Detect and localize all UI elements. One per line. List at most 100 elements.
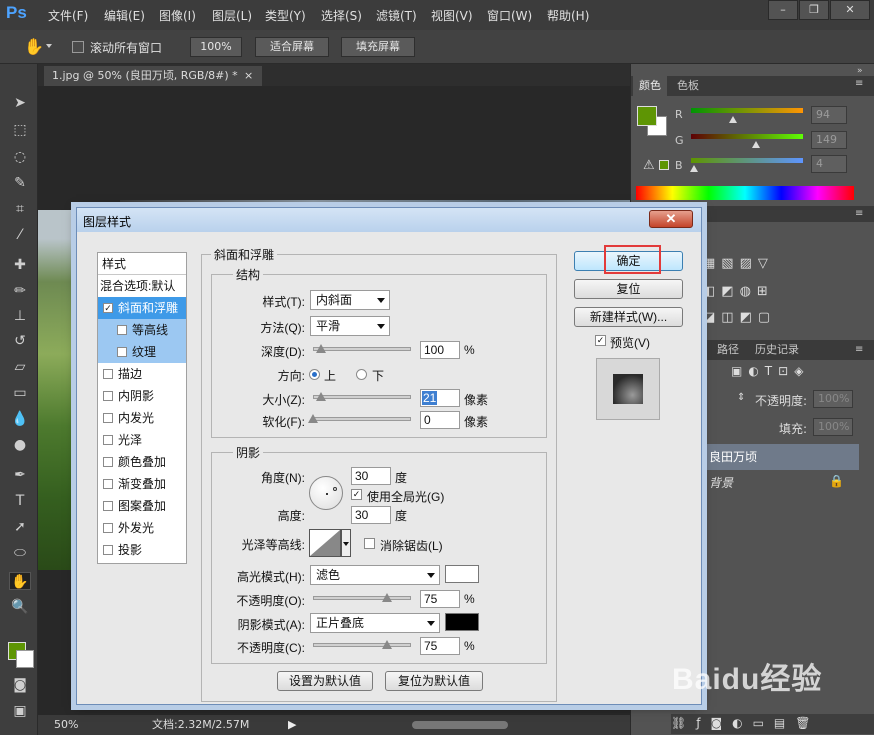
- adjustment-icons-row-3[interactable]: ◪◫◩▢: [703, 310, 776, 325]
- layer-filter-icons[interactable]: ▣◐T⊡◈: [731, 364, 809, 378]
- shape-tool-icon[interactable]: ⬭: [9, 544, 31, 562]
- soften-slider[interactable]: [313, 417, 411, 421]
- inner-shadow-checkbox[interactable]: [103, 391, 113, 401]
- b-value-input[interactable]: 4: [811, 155, 847, 173]
- depth-input[interactable]: 100: [420, 341, 460, 359]
- menu-type[interactable]: 类型(Y): [265, 7, 306, 24]
- horizontal-scrollbar[interactable]: [412, 721, 508, 729]
- fill-screen-button[interactable]: 填充屏幕: [341, 37, 415, 57]
- dodge-tool-icon[interactable]: ●: [9, 436, 31, 454]
- layers-panel-menu-icon[interactable]: ≡: [855, 344, 863, 355]
- stroke-checkbox[interactable]: [103, 369, 113, 379]
- reset-default-button[interactable]: 复位为默认值: [385, 671, 483, 691]
- soften-slider-thumb[interactable]: [308, 414, 318, 423]
- bevel-style-dropdown[interactable]: 内斜面: [310, 290, 390, 310]
- adjustment-icons-row-2[interactable]: ◧◩◍⊞: [703, 284, 774, 299]
- blend-mode-dropdown-icon[interactable]: ⇕: [737, 392, 745, 403]
- style-item-outer-glow[interactable]: 外发光: [98, 517, 186, 539]
- type-tool-icon[interactable]: T: [9, 492, 31, 510]
- technique-dropdown[interactable]: 平滑: [310, 316, 390, 336]
- tool-preset-dropdown-icon[interactable]: [46, 44, 52, 48]
- status-menu-arrow-icon[interactable]: ▶: [288, 715, 296, 735]
- menu-view[interactable]: 视图(V): [431, 7, 473, 24]
- adjustment-icons-row-1[interactable]: ▦▧▨▽: [703, 256, 774, 271]
- highlight-opacity-slider-thumb[interactable]: [381, 593, 392, 602]
- color-spectrum-bar[interactable]: [636, 186, 854, 200]
- scroll-all-windows-checkbox[interactable]: [72, 41, 84, 53]
- fill-input[interactable]: 100%: [813, 418, 853, 436]
- layers-footer-icons[interactable]: ⛓ƒ◙◐▭▤🗑: [671, 716, 820, 730]
- menu-edit[interactable]: 编辑(E): [104, 7, 145, 24]
- zoom-tool-icon[interactable]: 🔍: [9, 598, 31, 616]
- r-value-input[interactable]: 94: [811, 106, 847, 124]
- new-style-button[interactable]: 新建样式(W)...: [574, 307, 683, 327]
- panel-menu-icon[interactable]: ≡: [855, 78, 863, 89]
- shadow-mode-dropdown[interactable]: 正片叠底: [310, 613, 440, 633]
- g-value-input[interactable]: 149: [811, 131, 847, 149]
- web-safe-color-swatch[interactable]: [659, 160, 669, 170]
- highlight-mode-dropdown[interactable]: 滤色: [310, 565, 440, 585]
- blur-tool-icon[interactable]: 💧: [9, 410, 31, 428]
- collapse-panel-icon[interactable]: »: [857, 66, 863, 76]
- contour-checkbox[interactable]: [117, 325, 127, 335]
- menu-image[interactable]: 图像(I): [159, 7, 196, 24]
- minimize-button[interactable]: –: [768, 0, 798, 20]
- b-slider-thumb[interactable]: [690, 165, 698, 172]
- satin-checkbox[interactable]: [103, 435, 113, 445]
- pattern-overlay-checkbox[interactable]: [103, 501, 113, 511]
- style-item-pattern-overlay[interactable]: 图案叠加: [98, 495, 186, 517]
- outer-glow-checkbox[interactable]: [103, 523, 113, 533]
- tab-color[interactable]: 颜色: [633, 76, 667, 96]
- reset-button[interactable]: 复位: [574, 279, 683, 299]
- marquee-tool-icon[interactable]: ⬚: [9, 121, 31, 139]
- size-slider[interactable]: [313, 395, 411, 399]
- texture-checkbox[interactable]: [117, 347, 127, 357]
- g-slider[interactable]: [691, 134, 803, 139]
- hand-tool-icon[interactable]: ✋: [24, 37, 44, 56]
- shadow-opacity-slider-thumb[interactable]: [381, 640, 392, 649]
- depth-slider-thumb[interactable]: [315, 344, 326, 353]
- document-tab-close-icon[interactable]: ×: [244, 66, 253, 86]
- menu-layer[interactable]: 图层(L): [212, 7, 252, 24]
- style-item-texture[interactable]: 纹理: [98, 341, 186, 363]
- dialog-titlebar[interactable]: [77, 208, 701, 232]
- style-item-contour[interactable]: 等高线: [98, 319, 186, 341]
- highlight-opacity-slider[interactable]: [313, 596, 411, 600]
- style-list-header[interactable]: 样式: [98, 253, 186, 275]
- gloss-contour-dropdown[interactable]: [341, 529, 351, 557]
- style-item-inner-glow[interactable]: 内发光: [98, 407, 186, 429]
- layer-row-active[interactable]: 良田万顷: [701, 444, 859, 470]
- inner-glow-checkbox[interactable]: [103, 413, 113, 423]
- zoom-100-button[interactable]: 100%: [190, 37, 242, 57]
- blend-options-item[interactable]: 混合选项:默认: [98, 275, 186, 297]
- menu-filter[interactable]: 滤镜(T): [376, 7, 417, 24]
- eraser-tool-icon[interactable]: ▱: [9, 358, 31, 376]
- global-light-checkbox[interactable]: ✓: [351, 489, 362, 500]
- lasso-tool-icon[interactable]: ◌: [9, 148, 31, 166]
- menu-select[interactable]: 选择(S): [321, 7, 362, 24]
- size-input[interactable]: 21: [420, 389, 460, 407]
- altitude-input[interactable]: 30: [351, 506, 391, 524]
- r-slider[interactable]: [691, 108, 803, 113]
- shadow-opacity-input[interactable]: 75: [420, 637, 460, 655]
- quick-mask-icon[interactable]: ◙: [9, 676, 31, 694]
- dialog-close-button[interactable]: ✕: [649, 210, 693, 228]
- soften-input[interactable]: 0: [420, 411, 460, 429]
- menu-help[interactable]: 帮助(H): [547, 7, 589, 24]
- direction-up-radio[interactable]: [309, 369, 320, 380]
- tab-swatches[interactable]: 色板: [671, 76, 705, 96]
- drop-shadow-checkbox[interactable]: [103, 545, 113, 555]
- direction-down-radio[interactable]: [356, 369, 367, 380]
- restore-button[interactable]: ❐: [799, 0, 829, 20]
- style-item-drop-shadow[interactable]: 投影: [98, 539, 186, 561]
- bevel-emboss-checkbox[interactable]: ✓: [103, 303, 113, 313]
- shadow-opacity-slider[interactable]: [313, 643, 411, 647]
- style-item-inner-shadow[interactable]: 内阴影: [98, 385, 186, 407]
- preview-checkbox[interactable]: ✓: [595, 335, 606, 346]
- history-brush-tool-icon[interactable]: ↺: [9, 332, 31, 350]
- screen-mode-icon[interactable]: ▣: [9, 702, 31, 720]
- path-selection-tool-icon[interactable]: ➚: [9, 518, 31, 536]
- style-item-stroke[interactable]: 描边: [98, 363, 186, 385]
- style-item-bevel-emboss[interactable]: ✓ 斜面和浮雕: [98, 297, 186, 319]
- menu-window[interactable]: 窗口(W): [487, 7, 532, 24]
